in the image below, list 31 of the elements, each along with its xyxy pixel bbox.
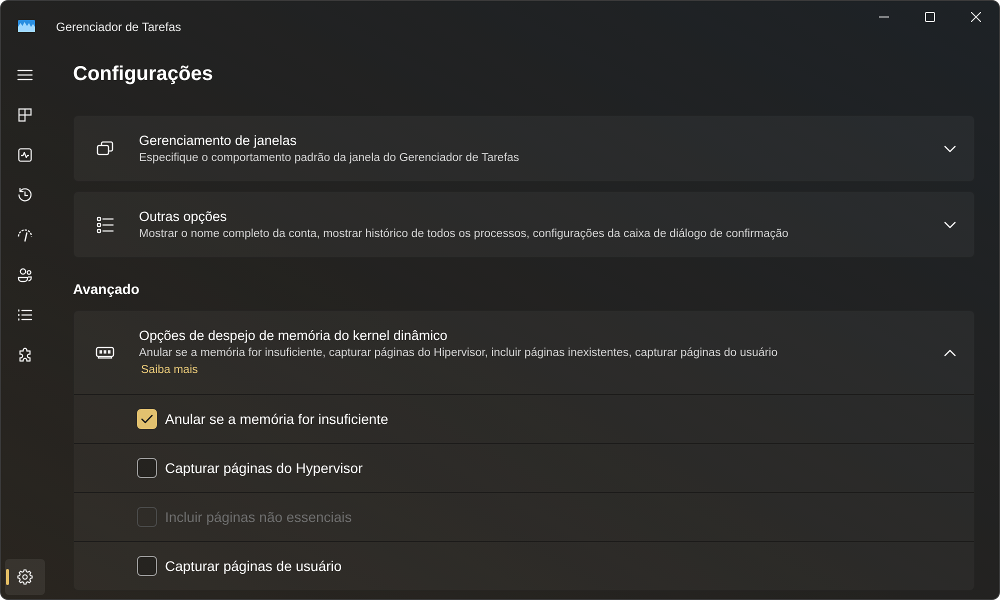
section-heading: Avançado (73, 280, 140, 299)
window-title: Gerenciador de Tarefas (56, 20, 182, 34)
app-icon (18, 20, 35, 32)
sidebar-item[interactable] (5, 559, 45, 595)
card-description: Mostrar o nome completo da conta, mostrar histórico de todos os processos, configurações da caixa de diálogo de confirmação (139, 227, 788, 242)
gauge-icon (17, 227, 33, 243)
list-icon (17, 307, 33, 323)
grid-icon (17, 107, 33, 123)
checkbox-label: Incluir páginas não essenciais (165, 509, 352, 525)
card-description: Anular se a memória for insuficiente, capturar páginas do Hipervisor, incluir páginas inexistentes, capturar páginas do usuário (139, 346, 778, 361)
card-description: Especifique o comportamento padrão da janela do Gerenciador de Tarefas (139, 151, 520, 166)
checkbox[interactable] (137, 458, 157, 478)
settings-icon (17, 569, 33, 585)
checkbox[interactable] (137, 556, 157, 576)
checkbox-label: Capturar páginas de usuário (165, 558, 342, 574)
card-title: Gerenciamento de janelas (139, 132, 297, 150)
learn-more-link[interactable]: Saiba mais (141, 361, 198, 379)
close-icon (971, 12, 981, 22)
history-icon (17, 187, 33, 203)
checkbox-label: Anular se a memória for insuficiente (165, 411, 388, 427)
puzzle-icon (17, 347, 33, 363)
page-title: Configurações (73, 62, 214, 87)
checkbox-label: Capturar páginas do Hypervisor (165, 460, 363, 476)
card-title: Opções de despejo de memória do kernel dinâmico (139, 327, 448, 345)
maximize-icon (925, 12, 935, 22)
checkmark-icon (141, 414, 153, 424)
checklist-icon (95, 214, 115, 234)
card-title: Outras opções (139, 208, 227, 226)
menu-icon (17, 67, 33, 83)
users-icon (17, 267, 33, 283)
pulse-chart-icon (17, 147, 33, 163)
